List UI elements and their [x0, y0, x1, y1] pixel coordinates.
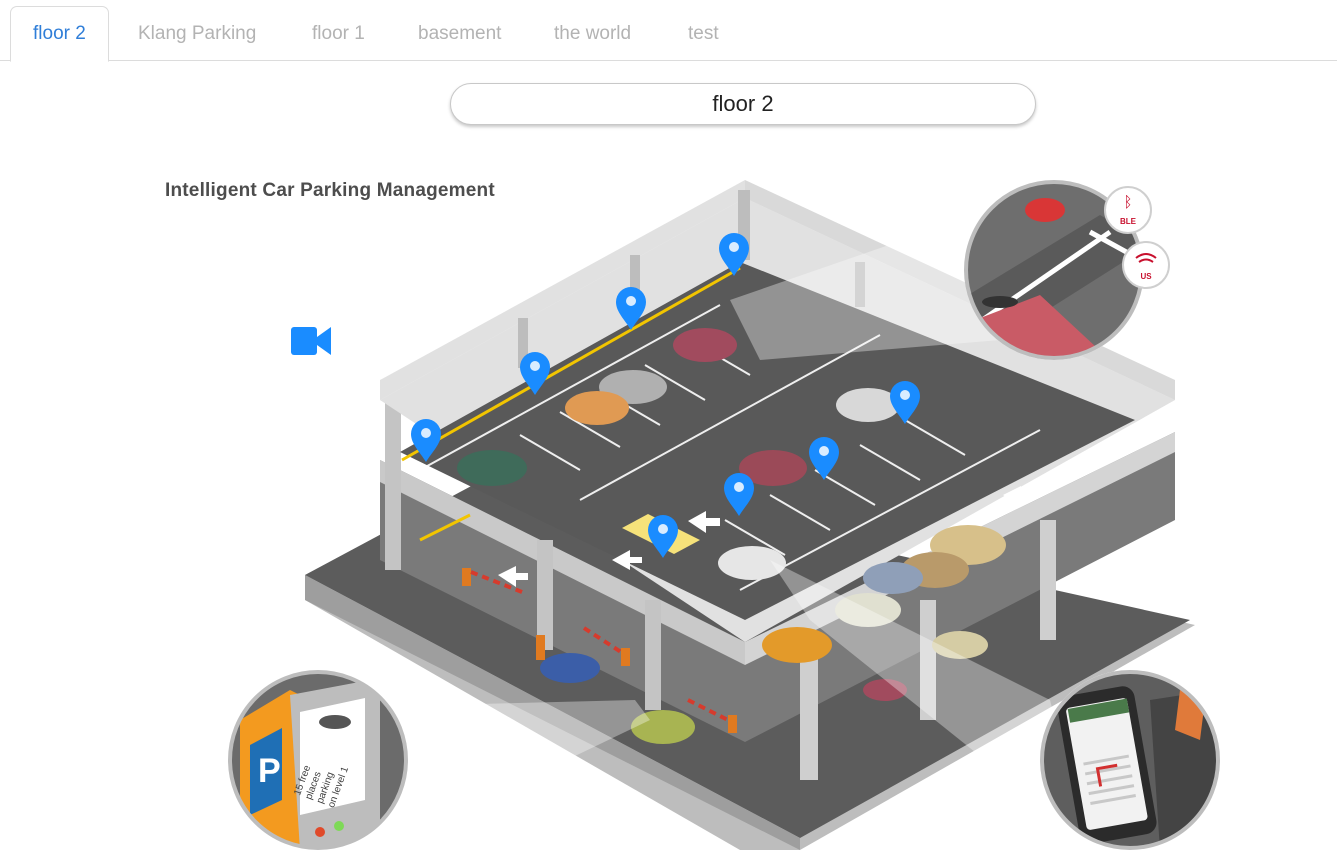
parking-map[interactable]: ᛒ BLE US P 15 free places parking on lev…: [0, 0, 1337, 850]
us-badge-label: US: [1140, 272, 1152, 281]
column: [385, 400, 401, 570]
ultrasonic-badge: [1122, 241, 1170, 289]
column: [537, 540, 553, 650]
phone-zoom-circle: [1040, 670, 1220, 850]
column: [1040, 520, 1056, 640]
kiosk-p-sign: P: [258, 752, 281, 790]
video-camera-icon[interactable]: [291, 327, 331, 355]
column: [800, 650, 818, 780]
column: [645, 600, 661, 710]
kiosk-zoom-circle: [228, 670, 408, 850]
bluetooth-icon: ᛒ: [1123, 193, 1132, 211]
ble-badge-label: BLE: [1120, 217, 1137, 226]
